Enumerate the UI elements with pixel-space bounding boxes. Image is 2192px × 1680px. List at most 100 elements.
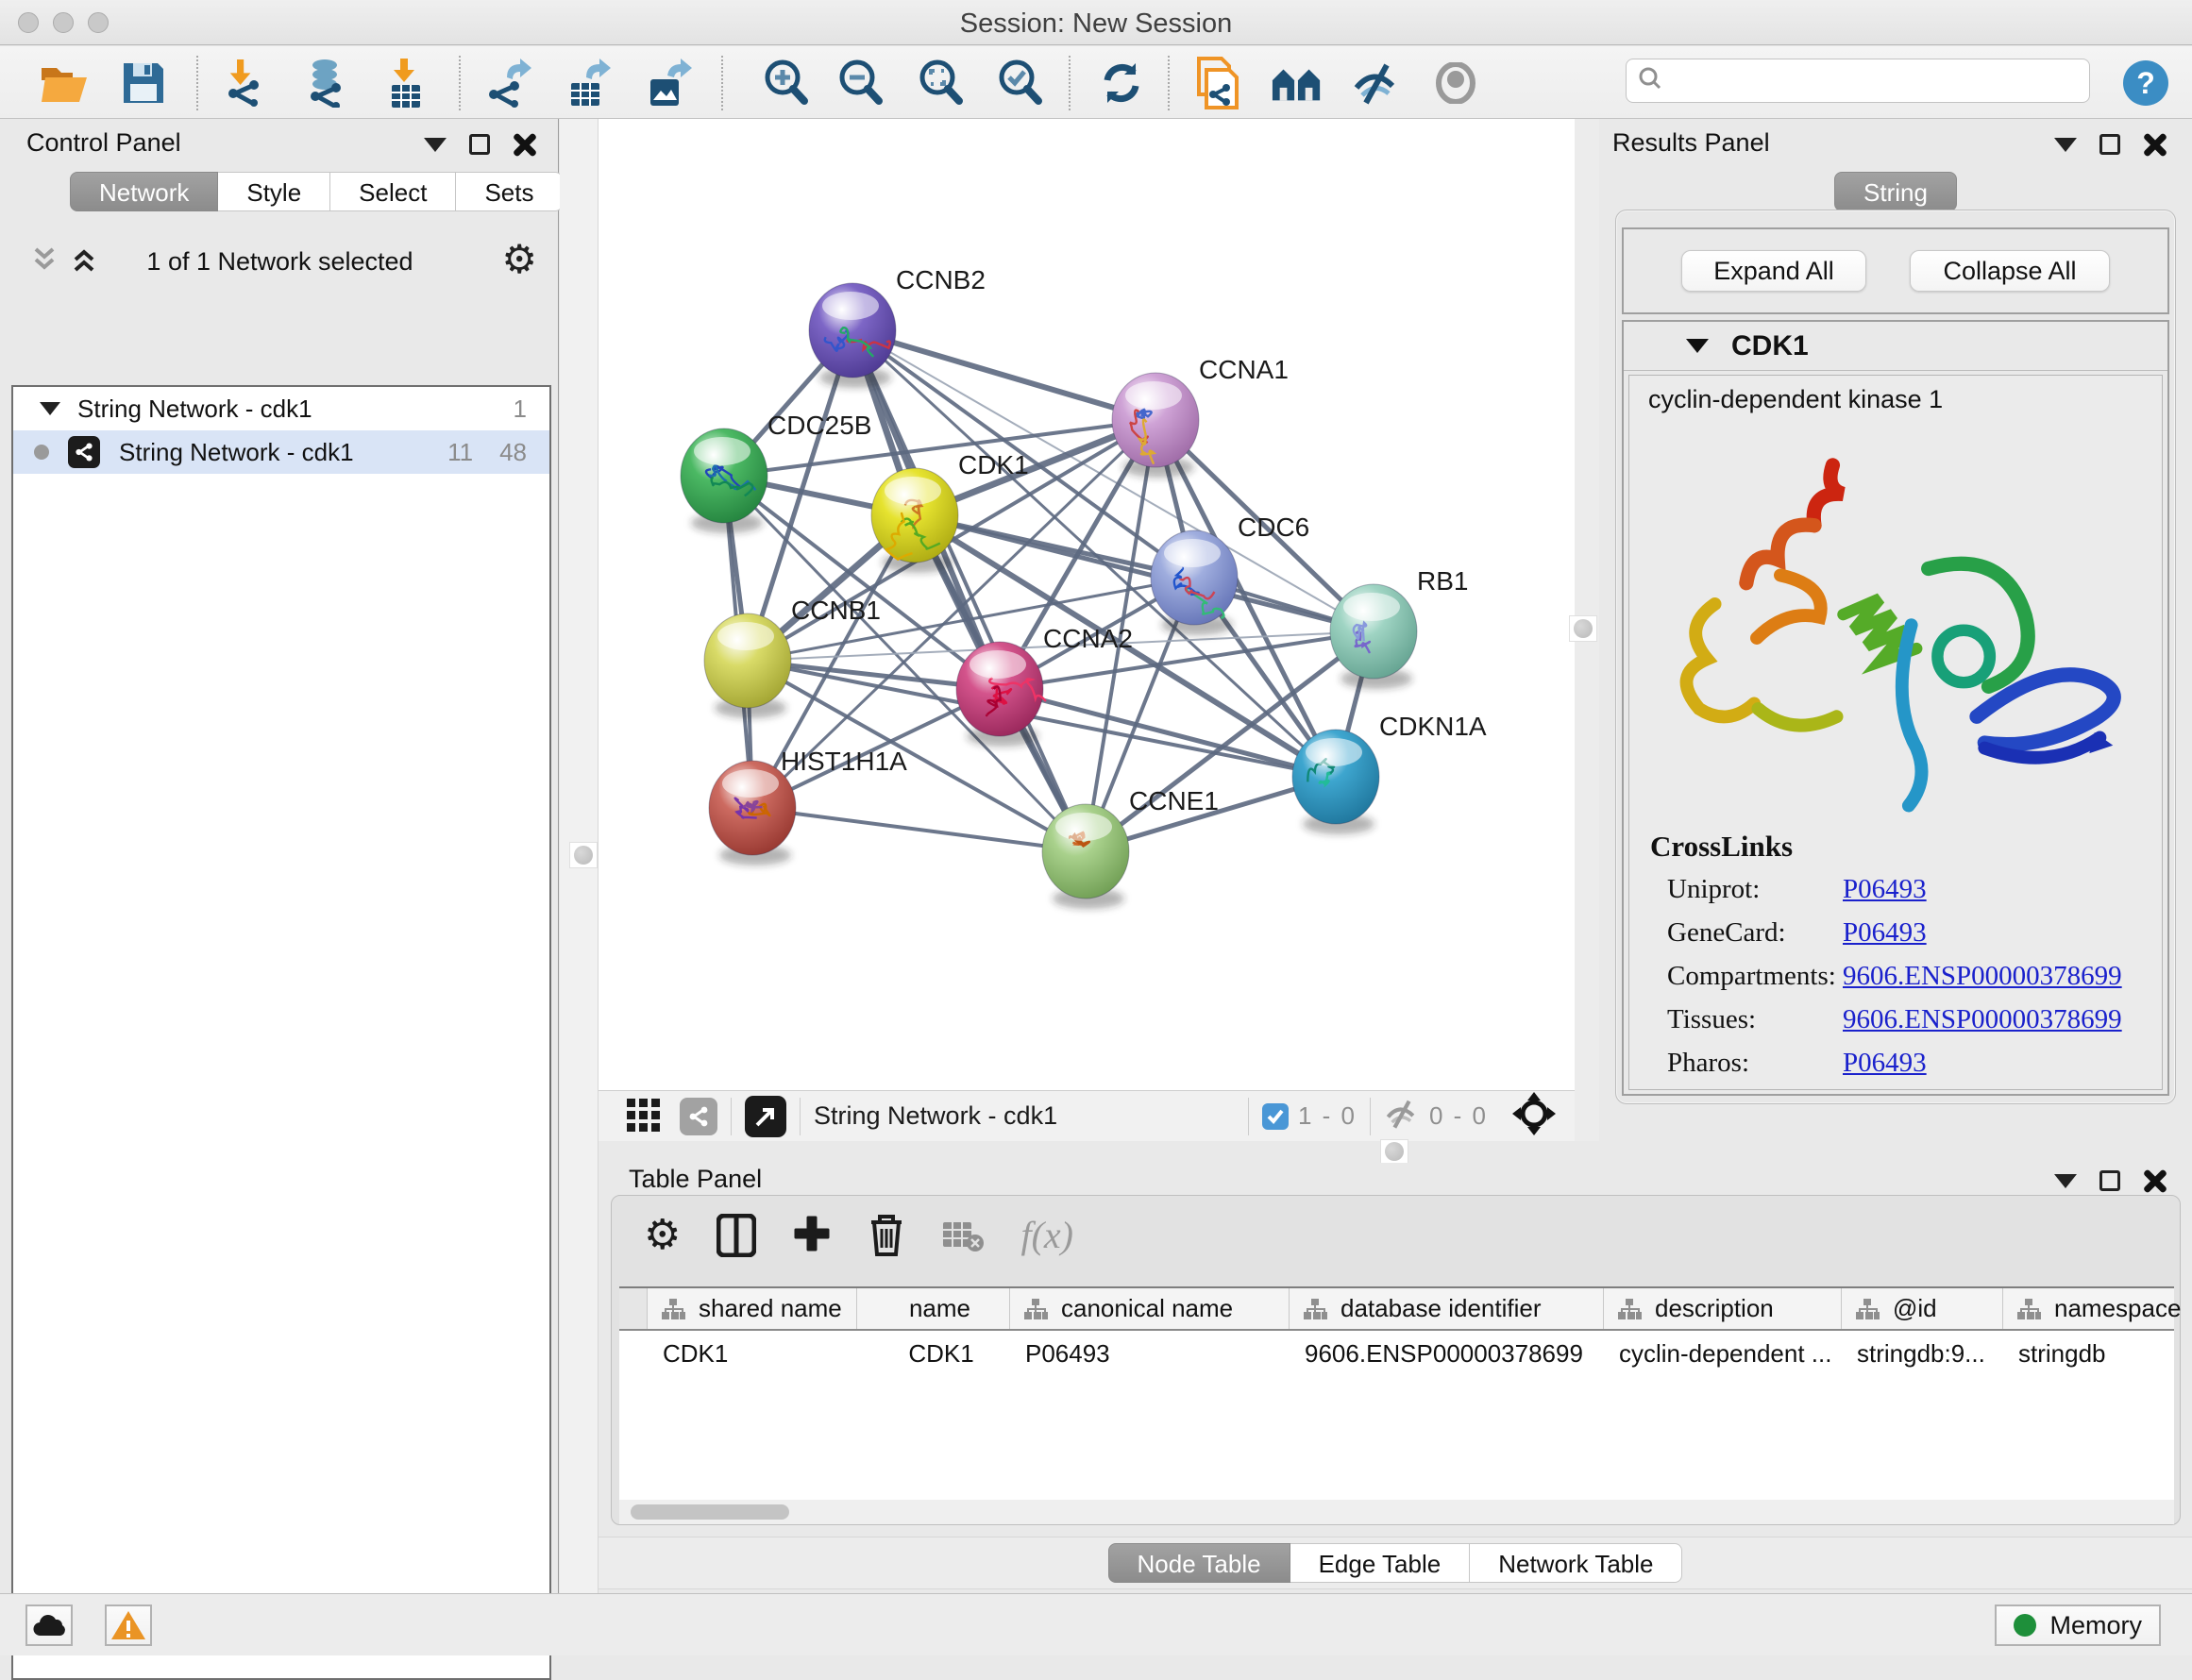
zoom-selected-icon[interactable] (994, 58, 1047, 109)
network-canvas[interactable]: CCNB2CCNA1CDC25BCDK1CDC6RB1CCNB1CCNA2CDK… (599, 119, 1575, 1090)
column-header-canonical-name[interactable]: canonical name (1010, 1288, 1290, 1329)
column-header-database-identifier[interactable]: database identifier (1290, 1288, 1604, 1329)
panel-close-icon[interactable] (2143, 1168, 2167, 1193)
first-neighbors-icon[interactable] (1271, 58, 1324, 109)
add-column-icon[interactable] (792, 1216, 832, 1255)
svg-text:?: ? (2136, 66, 2155, 100)
network-node-CCNB1[interactable]: CCNB1 (704, 596, 881, 718)
open-file-icon[interactable] (38, 58, 91, 109)
network-node-CDC6[interactable]: CDC6 (1151, 512, 1309, 635)
column-header-@id[interactable]: @id (1842, 1288, 2003, 1329)
network-collection-row[interactable]: String Network - cdk1 1 (13, 387, 549, 430)
delete-table-icon[interactable] (941, 1218, 985, 1252)
panel-collapse-icon[interactable] (2054, 138, 2077, 152)
entry-collapse-icon[interactable] (1686, 339, 1709, 353)
node-label: RB1 (1417, 566, 1468, 596)
gear-icon[interactable]: ⚙ (501, 240, 537, 279)
column-header-shared-name[interactable]: shared name (648, 1288, 857, 1329)
crosslink-link[interactable]: 9606.ENSP00000378699 (1843, 961, 2122, 992)
cloud-icon[interactable] (25, 1604, 73, 1646)
zoom-in-icon[interactable] (760, 58, 813, 109)
export-image-icon[interactable] (642, 58, 695, 109)
tab-string[interactable]: String (1834, 172, 1957, 211)
panel-close-icon[interactable] (2143, 132, 2167, 157)
network-row[interactable]: String Network - cdk1 11 48 (13, 430, 549, 474)
column-header-name[interactable]: name (857, 1288, 1010, 1329)
open-in-new-window-icon[interactable] (745, 1096, 786, 1137)
tab-style[interactable]: Style (218, 172, 330, 211)
export-table-icon[interactable] (563, 58, 615, 109)
grid-view-icon[interactable] (625, 1095, 663, 1137)
horizontal-scrollbar[interactable] (631, 1504, 789, 1520)
left-splitter[interactable] (560, 119, 599, 1593)
network-edge[interactable] (752, 808, 1086, 851)
hide-selected-icon[interactable] (1350, 58, 1403, 109)
export-network-icon[interactable] (483, 58, 536, 109)
network-node-CCNB2[interactable]: CCNB2 (809, 265, 986, 388)
tab-select[interactable]: Select (330, 172, 456, 211)
network-node-CDKN1A[interactable]: CDKN1A (1292, 712, 1487, 834)
tree-expand-icon[interactable] (40, 402, 60, 415)
panel-float-icon[interactable] (2099, 1170, 2120, 1191)
table-cell[interactable]: stringdb:9... (1842, 1339, 2003, 1369)
zoom-fit-icon[interactable] (915, 58, 968, 109)
tab-edge-table[interactable]: Edge Table (1290, 1543, 1471, 1583)
table-cell[interactable]: 9606.ENSP00000378699 (1290, 1339, 1604, 1369)
table-cell[interactable]: stringdb (2003, 1339, 2192, 1369)
network-edge[interactable] (852, 330, 1155, 420)
expand-all-button[interactable]: Expand All (1681, 250, 1866, 292)
network-node-CCNE1[interactable]: CCNE1 (1042, 786, 1219, 909)
network-node-CCNA1[interactable]: CCNA1 (1112, 355, 1289, 478)
table-row[interactable]: CDK1CDK1P064939606.ENSP00000378699cyclin… (619, 1331, 2174, 1376)
tab-node-table[interactable]: Node Table (1108, 1543, 1290, 1583)
table-cell[interactable]: CDK1 (648, 1339, 857, 1369)
node-label: CCNE1 (1129, 786, 1219, 815)
delete-column-icon[interactable] (868, 1213, 905, 1258)
zoom-out-icon[interactable] (835, 58, 887, 109)
crosslink-link[interactable]: P06493 (1843, 917, 1927, 949)
network-node-CDK1[interactable]: CDK1 (871, 450, 1029, 573)
show-columns-icon[interactable] (717, 1214, 756, 1257)
search-input[interactable] (1672, 67, 2078, 94)
network-node-RB1[interactable]: RB1 (1330, 566, 1468, 689)
import-network-file-icon[interactable] (221, 58, 274, 109)
horizontal-splitter[interactable] (599, 1141, 2192, 1163)
crosshair-icon[interactable] (1512, 1092, 1556, 1140)
tab-network-table[interactable]: Network Table (1470, 1543, 1682, 1583)
hidden-eye-icon[interactable] (1384, 1099, 1420, 1134)
results-panel-title: Results Panel (1612, 128, 1770, 158)
memory-button[interactable]: Memory (1995, 1604, 2161, 1646)
table-cell[interactable]: cyclin-dependent ... (1604, 1339, 1842, 1369)
show-all-icon[interactable] (1429, 58, 1482, 109)
panel-float-icon[interactable] (2099, 134, 2120, 155)
crosslink-link[interactable]: 9606.ENSP00000378699 (1843, 1004, 2122, 1035)
vertical-splitter[interactable] (1575, 119, 1599, 1141)
panel-collapse-icon[interactable] (2054, 1174, 2077, 1188)
panel-float-icon[interactable] (469, 134, 490, 155)
string-document-icon[interactable] (1191, 58, 1244, 109)
crosslink-label: GeneCard: (1667, 917, 1843, 949)
save-session-icon[interactable] (117, 58, 170, 109)
table-container: ⚙ f(x) shared namenamecanonical namedata… (611, 1195, 2181, 1525)
network-node-HIST1H1A[interactable]: HIST1H1A (709, 747, 907, 865)
table-cell[interactable]: CDK1 (857, 1339, 1010, 1369)
import-table-icon[interactable] (379, 58, 432, 109)
collapse-all-button[interactable]: Collapse All (1910, 250, 2110, 292)
table-settings-gear-icon[interactable]: ⚙ (644, 1211, 681, 1259)
selected-checkbox-icon[interactable] (1262, 1103, 1289, 1130)
warning-icon[interactable] (105, 1604, 152, 1646)
column-header-namespace[interactable]: namespace (2003, 1288, 2192, 1329)
tab-sets[interactable]: Sets (456, 172, 563, 211)
string-network-graph[interactable]: CCNB2CCNA1CDC25BCDK1CDC6RB1CCNB1CCNA2CDK… (599, 119, 1575, 1090)
help-icon[interactable]: ? (2119, 58, 2172, 109)
import-network-database-icon[interactable] (300, 58, 353, 109)
column-header-description[interactable]: description (1604, 1288, 1842, 1329)
network-badge-icon[interactable] (680, 1098, 717, 1135)
refresh-icon[interactable] (1095, 58, 1148, 109)
panel-collapse-icon[interactable] (424, 138, 447, 152)
table-cell[interactable]: P06493 (1010, 1339, 1290, 1369)
crosslink-link[interactable]: P06493 (1843, 1048, 1927, 1079)
tab-network[interactable]: Network (70, 172, 218, 211)
panel-close-icon[interactable] (513, 132, 537, 157)
crosslink-link[interactable]: P06493 (1843, 874, 1927, 905)
